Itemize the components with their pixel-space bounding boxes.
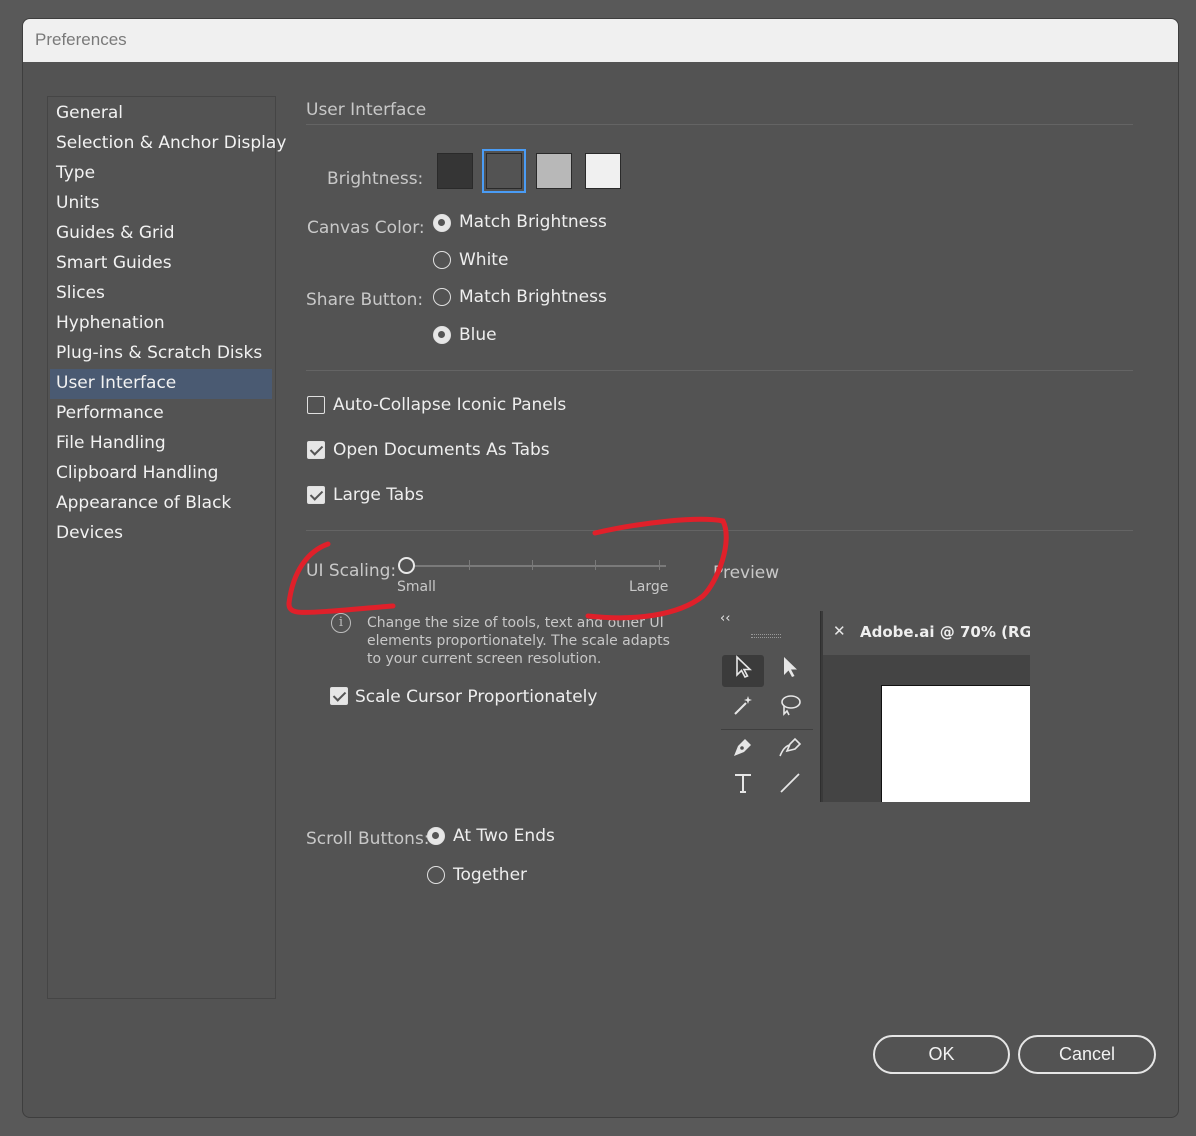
tools-panel-preview: ‹‹ [713,611,821,802]
scroll-buttons-together-radio[interactable] [427,866,445,884]
magic-wand-tool-icon [722,693,764,725]
open-as-tabs-checkbox[interactable] [307,441,325,459]
artboard [881,685,1030,802]
sidebar-item-general[interactable]: General [50,99,272,129]
share-button-label: Share Button: [306,290,424,310]
sidebar-item-guides-grid[interactable]: Guides & Grid [50,219,272,249]
divider-1 [306,370,1133,371]
sidebar-item-clipboard-handling[interactable]: Clipboard Handling [50,459,272,489]
large-tabs-checkbox[interactable] [307,486,325,504]
panel-grip-icon [751,634,781,638]
close-tab-icon: ✕ [833,622,846,640]
large-tabs-label: Large Tabs [333,485,424,505]
document-canvas-preview [823,655,1030,802]
brightness-medium-dark-swatch[interactable] [482,149,526,193]
sidebar-item-file-handling[interactable]: File Handling [50,429,272,459]
canvas-color-label: Canvas Color: [307,218,425,238]
open-as-tabs-label: Open Documents As Tabs [333,440,550,460]
preferences-sidebar: General Selection & Anchor Display Type … [47,96,286,999]
sidebar-item-performance[interactable]: Performance [50,399,272,429]
scroll-buttons-label: Scroll Buttons: [306,829,430,849]
curvature-tool-icon [769,735,811,767]
section-divider [306,124,1133,125]
share-button-match-brightness-radio[interactable] [433,288,451,306]
sidebar-item-slices[interactable]: Slices [50,279,272,309]
canvas-color-white-label: White [459,250,509,270]
brightness-medium-light-swatch[interactable] [536,153,572,189]
sidebar-item-type[interactable]: Type [50,159,272,189]
brightness-dark-swatch[interactable] [437,153,473,189]
ui-scaling-info-line-3: to your current screen resolution. [367,651,602,667]
share-button-blue-label: Blue [459,325,497,345]
auto-collapse-checkbox[interactable] [307,396,325,414]
preview-pane: ‹‹ ✕ Adobe.ai @ 70% (RGB/ [713,611,1030,802]
sidebar-item-units[interactable]: Units [50,189,272,219]
brightness-light-swatch[interactable] [585,153,621,189]
sidebar-item-user-interface[interactable]: User Interface [50,369,272,399]
document-tab: ✕ Adobe.ai @ 70% (RGB/ [823,611,1030,655]
sidebar-item-plugins-scratch-disks[interactable]: Plug-ins & Scratch Disks [50,339,272,369]
auto-collapse-label: Auto-Collapse Iconic Panels [333,395,567,415]
preferences-dialog: Preferences General Selection & Anchor D… [22,18,1179,1118]
selection-tool-icon [722,655,764,687]
canvas-color-match-brightness-radio[interactable] [433,214,451,232]
share-button-blue-radio[interactable] [433,326,451,344]
line-segment-tool-icon [769,771,811,802]
sidebar-item-appearance-of-black[interactable]: Appearance of Black [50,489,272,519]
sidebar-item-devices[interactable]: Devices [50,519,272,549]
share-button-match-brightness-label: Match Brightness [459,287,607,307]
document-tab-title: Adobe.ai @ 70% (RGB/ [860,623,1030,641]
scale-cursor-label: Scale Cursor Proportionately [355,687,598,707]
scroll-buttons-together-label: Together [453,865,528,885]
red-annotation-scribble [286,516,729,621]
canvas-color-match-brightness-label: Match Brightness [459,212,607,232]
sidebar-item-selection-anchor-display[interactable]: Selection & Anchor Display [50,129,286,159]
tools-divider [721,729,813,730]
type-tool-icon [722,771,764,802]
scroll-buttons-two-ends-radio[interactable] [427,827,445,845]
lasso-tool-icon [769,693,811,725]
section-title: User Interface [306,100,427,120]
window-title: Preferences [23,19,1178,62]
sidebar-item-smart-guides[interactable]: Smart Guides [50,249,272,279]
canvas-color-white-radio[interactable] [433,251,451,269]
direct-selection-tool-icon [769,655,811,687]
scale-cursor-checkbox[interactable] [330,687,348,705]
sidebar-item-hyphenation[interactable]: Hyphenation [50,309,272,339]
brightness-label: Brightness: [327,169,424,189]
ok-button[interactable]: OK [873,1035,1010,1074]
ui-scaling-info-line-2: elements proportionately. The scale adap… [367,633,670,649]
pen-tool-icon [722,735,764,767]
scroll-buttons-two-ends-label: At Two Ends [453,826,555,846]
cancel-button[interactable]: Cancel [1018,1035,1156,1074]
